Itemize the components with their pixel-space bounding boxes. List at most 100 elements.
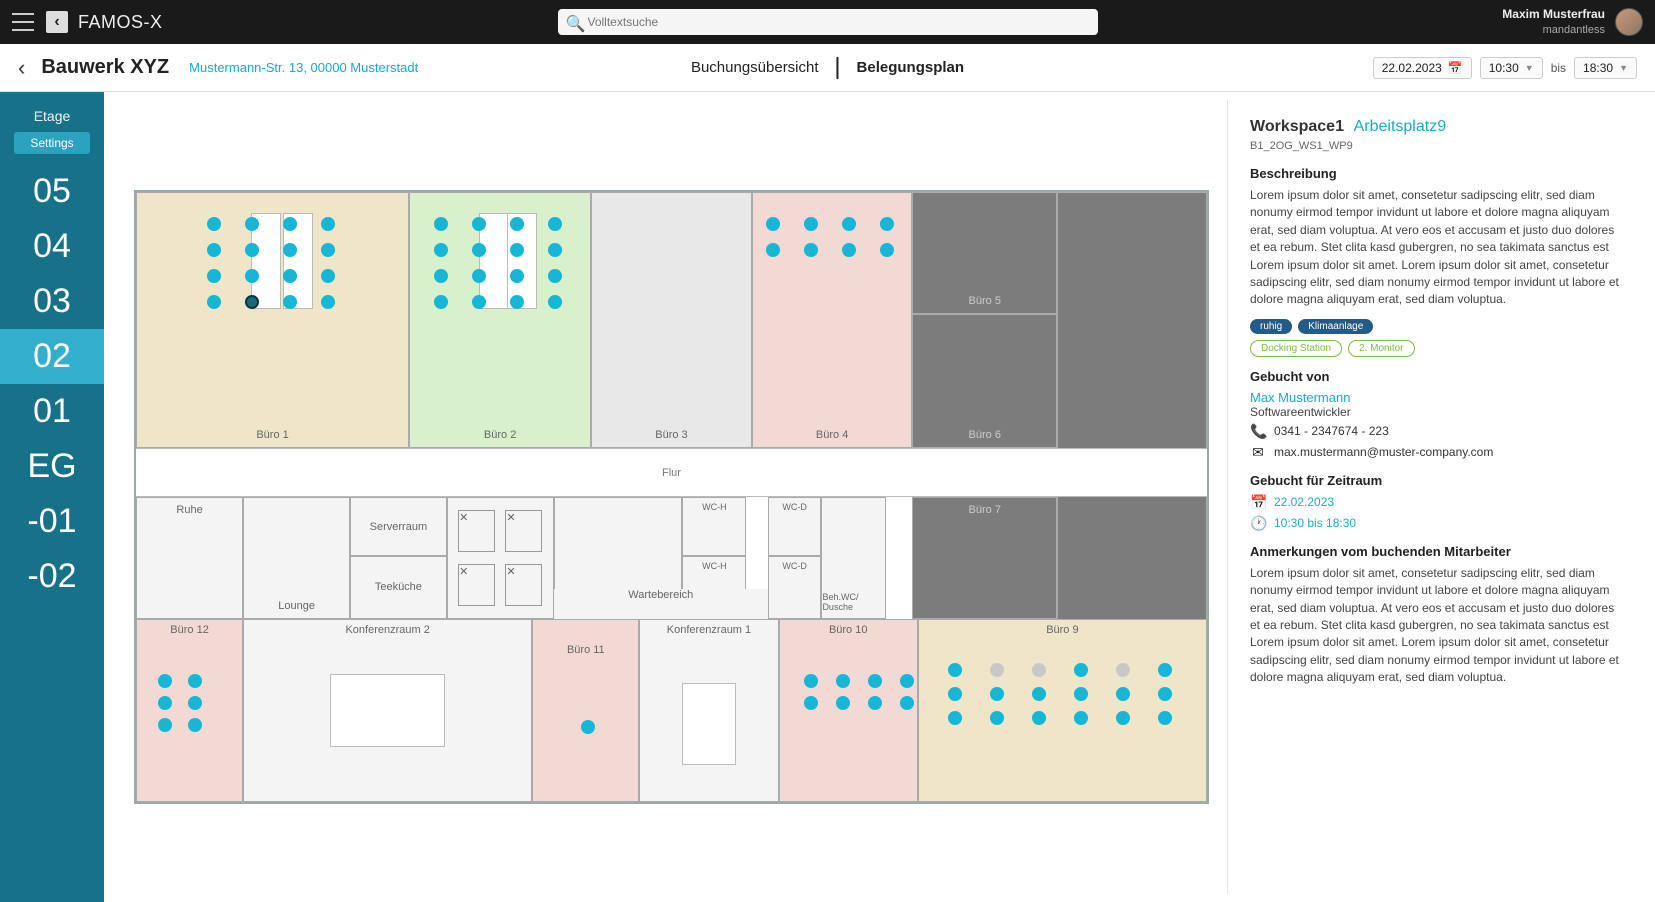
period-date: 22.02.2023 [1274,495,1334,509]
plan-canvas[interactable]: Büro 1 Büro 2 Büro 3 [116,100,1227,894]
room-buero10[interactable]: Büro 10 [779,619,918,802]
floor-u2[interactable]: -02 [0,549,104,604]
room-buero12[interactable]: Büro 12 [136,619,243,802]
wartebereich: Wartebereich [554,589,768,620]
app-logo[interactable]: ‹ [46,11,68,33]
room-wc-d1[interactable]: WC-D [768,497,822,556]
period-date-line: 📅 22.02.2023 [1250,494,1625,511]
floor-u1[interactable]: -01 [0,494,104,549]
room-label: Büro 3 [655,429,687,441]
view-tabs: Buchungsübersicht Belegungsplan [691,57,964,79]
user-mandant: mandantless [1502,23,1605,37]
room-label: WC-D [782,561,807,571]
workspace-path: B1_2OG_WS1_WP9 [1250,140,1625,152]
tag-monitor: 2. Monitor [1348,340,1414,357]
detail-panel: Workspace1 Arbeitsplatz9 B1_2OG_WS1_WP9 … [1227,100,1647,894]
time-from-value: 10:30 [1489,61,1519,75]
date-value: 22.02.2023 [1382,61,1442,75]
workspace-link[interactable]: Arbeitsplatz9 [1354,118,1447,135]
plan-area: Büro 1 Büro 2 Büro 3 [104,92,1655,902]
floor-03[interactable]: 03 [0,274,104,329]
search-icon: 🔍 [566,14,586,34]
rail-label: Etage [0,102,104,130]
floor-04[interactable]: 04 [0,219,104,274]
period-time-line: 🕐 10:30 bis 18:30 [1250,515,1625,532]
room-wc-h1[interactable]: WC-H [682,497,746,556]
room-konf2[interactable]: Konferenzraum 2 [243,619,532,802]
floor-rail: Etage Settings 05 04 03 02 01 EG -01 -02 [0,92,104,902]
search-input[interactable] [558,9,1098,35]
calendar-icon: 📅 [1250,494,1266,511]
datetime-cluster: 22.02.2023 📅 10:30 ▼ bis 18:30 ▼ [1373,57,1637,79]
floor-02[interactable]: 02 [0,329,104,384]
room-label: Konferenzraum 1 [667,624,751,636]
back-chevron-icon[interactable]: ‹ [18,55,25,81]
avatar[interactable] [1615,8,1643,36]
floor-05[interactable]: 05 [0,164,104,219]
room-serverraum[interactable]: Serverraum [350,497,446,556]
email-icon: ✉ [1250,444,1266,461]
room-label: Büro 6 [969,429,1001,441]
phone-line[interactable]: 📞 0341 - 2347674 - 223 [1250,423,1625,440]
bis-label: bis [1551,61,1566,75]
room-buero4[interactable]: Büro 4 [752,192,913,448]
room-buero2[interactable]: Büro 2 [409,192,591,448]
chevron-down-icon: ▼ [1525,63,1534,73]
room-buero3[interactable]: Büro 3 [591,192,752,448]
room-buero11[interactable]: Büro 11 [532,619,639,802]
tab-divider [837,57,839,79]
room-label: Wartebereich [628,589,693,601]
desc-heading: Beschreibung [1250,166,1625,181]
booked-by-heading: Gebucht von [1250,369,1625,384]
room-label: WC-D [782,502,807,512]
room-lounge[interactable]: Lounge [243,497,350,619]
floor-eg[interactable]: EG [0,439,104,494]
notes-text: Lorem ipsum dolor sit amet, consetetur s… [1250,565,1625,687]
room-label: Büro 10 [829,624,868,636]
room-label: WC-H [702,502,727,512]
tag-row: ruhig Klimaanlage [1250,319,1625,334]
room-buero1[interactable]: Büro 1 [136,192,409,448]
room-elevators: ✕ ✕ ✕ ✕ [447,497,554,619]
floorplan: Büro 1 Büro 2 Büro 3 [134,190,1209,804]
tab-plan[interactable]: Belegungsplan [857,59,965,76]
time-to-picker[interactable]: 18:30 ▼ [1574,57,1637,79]
room-label: Teeküche [375,581,422,593]
corridor-label: Flur [662,467,681,479]
rail-settings-button[interactable]: Settings [14,132,90,154]
room-label: Büro 12 [170,624,209,636]
workspace-label: Workspace1 [1250,118,1344,135]
room-label: Büro 9 [1046,624,1078,636]
phone-number: 0341 - 2347674 - 223 [1274,424,1389,438]
room-konf1[interactable]: Konferenzraum 1 [639,619,778,802]
room-buero5[interactable]: Büro 5 [912,192,1057,314]
app-title: FAMOS-X [78,12,163,33]
tab-overview[interactable]: Buchungsübersicht [691,59,819,76]
room-label: Büro 5 [969,295,1001,307]
address[interactable]: Mustermann-Str. 13, 00000 Musterstadt [189,60,418,75]
header-row: ‹ Bauwerk XYZ Mustermann-Str. 13, 00000 … [0,44,1655,92]
floor-01[interactable]: 01 [0,384,104,439]
clock-icon: 🕐 [1250,515,1266,532]
room-beh-wc[interactable]: Beh.WC/ Dusche [821,497,885,619]
hamburger-menu-icon[interactable] [12,13,34,31]
email-line[interactable]: ✉ max.mustermann@muster-company.com [1250,444,1625,461]
time-from-picker[interactable]: 10:30 ▼ [1480,57,1543,79]
room-teekueche[interactable]: Teeküche [350,556,446,619]
date-picker[interactable]: 22.02.2023 📅 [1373,57,1472,79]
room-label: Büro 4 [816,429,848,441]
room-label: Beh.WC/ Dusche [822,592,884,612]
email-address: max.mustermann@muster-company.com [1274,445,1493,459]
booked-by-name[interactable]: Max Mustermann [1250,390,1625,405]
time-to-value: 18:30 [1583,61,1613,75]
booked-by-role: Softwareentwickler [1250,405,1625,419]
user-name: Maxim Musterfrau [1502,7,1605,23]
room-ruhe[interactable]: Ruhe [136,497,243,619]
phone-icon: 📞 [1250,423,1266,440]
room-wc-d2[interactable]: WC-D [768,556,822,619]
body: Etage Settings 05 04 03 02 01 EG -01 -02 [0,92,1655,902]
room-buero9[interactable]: Büro 9 [918,619,1207,802]
tag-docking: Docking Station [1250,340,1342,357]
room-buero6[interactable]: Büro 6 [912,314,1057,448]
user-area[interactable]: Maxim Musterfrau mandantless [1502,7,1643,37]
